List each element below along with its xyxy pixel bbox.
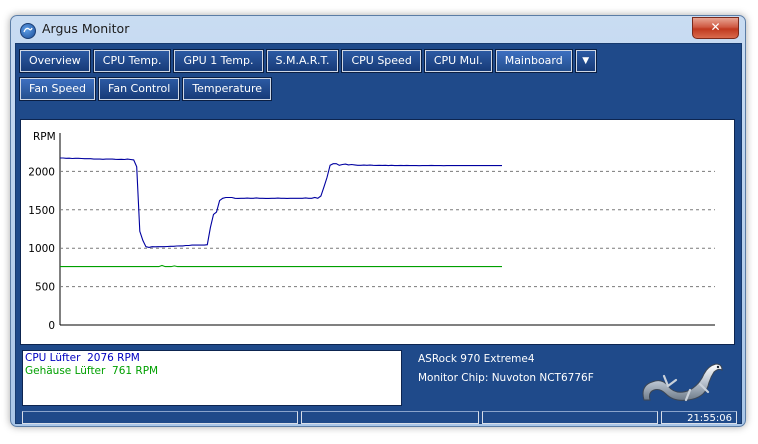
y-tick-label: 500 <box>35 282 55 294</box>
fan-speed-chart: RPM 0 500 1000 1500 2000 <box>20 119 735 345</box>
tab-temperature[interactable]: Temperature <box>182 77 272 101</box>
y-tick-label: 1500 <box>28 205 55 217</box>
tab-overview[interactable]: Overview <box>19 49 91 73</box>
close-button[interactable]: ✕ <box>692 17 739 39</box>
status-bar: 21:55:06 <box>22 411 737 425</box>
gecko-logo-icon <box>638 356 728 410</box>
tab-fan-speed[interactable]: Fan Speed <box>18 77 97 101</box>
series-line-case-fan <box>60 264 502 268</box>
reading-case-fan-name: Gehäuse Lüfter <box>25 365 106 377</box>
reading-case-fan: Gehäuse Lüfter 761 RPM <box>25 365 158 377</box>
title-bar[interactable]: Argus Monitor ✕ <box>11 16 745 42</box>
tab-cpu-speed[interactable]: CPU Speed <box>341 49 422 73</box>
status-pane-1 <box>22 411 298 424</box>
app-window: Argus Monitor ✕ Overview CPU Temp. GPU 1… <box>10 15 746 427</box>
sub-tab-bar: Fan Speed Fan Control Temperature <box>18 77 272 101</box>
y-axis-label: RPM <box>33 131 56 143</box>
window-title: Argus Monitor <box>42 21 130 36</box>
chart-svg: RPM 0 500 1000 1500 2000 <box>28 131 715 332</box>
tab-cpu-mul[interactable]: CPU Mul. <box>423 49 493 73</box>
app-logo-icon <box>20 23 36 39</box>
reading-cpu-fan-value: 2076 RPM <box>87 352 140 364</box>
status-pane-3 <box>482 411 658 424</box>
tab-fan-control[interactable]: Fan Control <box>98 77 181 101</box>
more-tabs-chevron-down-icon[interactable]: ▼ <box>574 49 597 73</box>
tab-mainboard[interactable]: Mainboard <box>494 49 573 73</box>
y-tick-label: 2000 <box>28 166 55 178</box>
y-tick-label: 0 <box>48 320 55 332</box>
tab-smart[interactable]: S.M.A.R.T. <box>265 49 340 73</box>
reading-case-fan-value: 761 RPM <box>112 365 159 377</box>
y-tick-label: 1000 <box>28 243 55 255</box>
reading-cpu-fan: CPU Lüfter 2076 RPM <box>25 352 140 364</box>
tab-cpu-temp[interactable]: CPU Temp. <box>92 49 172 73</box>
reading-cpu-fan-name: CPU Lüfter <box>25 352 81 364</box>
readings-box: CPU Lüfter 2076 RPM Gehäuse Lüfter 761 R… <box>22 350 402 406</box>
board-name: ASRock 970 Extreme4 <box>418 353 535 365</box>
status-time: 21:55:06 <box>661 411 737 424</box>
tab-gpu-temp[interactable]: GPU 1 Temp. <box>173 49 264 73</box>
main-tab-bar: Overview CPU Temp. GPU 1 Temp. S.M.A.R.T… <box>19 49 597 73</box>
status-pane-2 <box>301 411 479 424</box>
monitor-chip: Monitor Chip: Nuvoton NCT6776F <box>418 372 594 384</box>
client-area: Overview CPU Temp. GPU 1 Temp. S.M.A.R.T… <box>15 43 742 424</box>
